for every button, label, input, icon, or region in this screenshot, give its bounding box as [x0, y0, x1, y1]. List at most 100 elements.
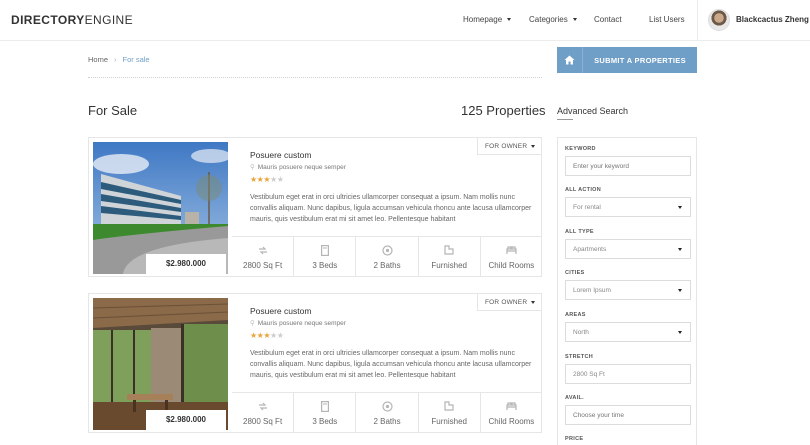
keyword-input[interactable]: [565, 156, 691, 176]
cities-label: CITIES: [565, 270, 585, 276]
feature-beds: 3 Beds: [293, 393, 355, 433]
star-icon: ★★★: [250, 331, 271, 340]
feature-label: Furnished: [431, 261, 467, 270]
avail-label: AVAIL.: [565, 395, 585, 401]
feature-beds: 3 Beds: [293, 237, 355, 277]
breadcrumb-current: For sale: [122, 55, 150, 64]
nav-homepage-label: Homepage: [463, 15, 503, 24]
bed-icon: [294, 400, 355, 412]
breadcrumb-home[interactable]: Home: [88, 55, 108, 64]
child-room-icon: [481, 400, 542, 412]
feature-baths: 2 Baths: [355, 237, 417, 277]
chevron-down-icon: [678, 248, 682, 251]
feature-bar: 2800 Sq Ft 3 Beds 2 Baths Furnished Chil…: [232, 392, 542, 433]
title-underline: [557, 119, 573, 120]
nav-list-users-label: List Users: [649, 15, 685, 24]
price-label: PRICE: [565, 436, 584, 442]
chevron-down-icon: [507, 18, 512, 22]
bed-icon: [294, 244, 355, 256]
avatar[interactable]: [708, 9, 730, 31]
avail-input[interactable]: [565, 405, 691, 425]
chevron-down-icon: [678, 206, 682, 209]
advanced-search-title: Advanced Search: [557, 106, 629, 116]
feature-baths: 2 Baths: [355, 393, 417, 433]
username[interactable]: Blackcactus Zheng: [736, 15, 809, 24]
chevron-down-icon: [531, 145, 535, 148]
feature-label: Furnished: [431, 417, 467, 426]
listing-description: Vestibulum eget erat in orci ultricies u…: [250, 194, 532, 223]
bath-icon: [356, 244, 417, 256]
rating-stars: ★★★★★: [250, 331, 284, 340]
map-pin-icon: ⚲: [250, 320, 255, 327]
area-icon: [232, 244, 293, 256]
page-title: For Sale: [88, 103, 138, 118]
stretch-label: STRETCH: [565, 354, 594, 360]
for-owner-label: FOR OWNER: [485, 143, 528, 150]
for-owner-label: FOR OWNER: [485, 299, 528, 306]
feature-bar: 2800 Sq Ft 3 Beds 2 Baths Furnished Chil…: [232, 236, 542, 277]
areas-label: AREAS: [565, 312, 586, 318]
furnished-icon: [419, 400, 480, 412]
listing-card[interactable]: $2.980.000 FOR OWNER Posuere custom ⚲ Mau…: [88, 293, 542, 433]
chevron-down-icon: [678, 331, 682, 334]
nav-contact[interactable]: Contact: [594, 15, 622, 24]
for-owner-dropdown[interactable]: FOR OWNER: [477, 138, 541, 155]
feature-child-rooms: Child Rooms: [479, 237, 542, 277]
listing-location-text: Mauris posuere neque semper: [257, 320, 346, 327]
keyword-label: KEYWORD: [565, 146, 596, 152]
listing-card[interactable]: $2.980.000 FOR OWNER Posuere custom ⚲ Mau…: [88, 137, 542, 277]
areas-value: North: [573, 329, 589, 336]
feature-label: 3 Beds: [312, 417, 338, 426]
listing-location: ⚲ Mauris posuere neque semper: [250, 163, 346, 171]
map-pin-icon: ⚲: [250, 164, 255, 171]
nav-contact-label: Contact: [594, 15, 622, 24]
nav-homepage[interactable]: Homepage: [463, 15, 512, 24]
breadcrumb: Home › For sale: [88, 55, 150, 64]
child-room-icon: [481, 244, 542, 256]
property-photo[interactable]: $2.980.000: [93, 142, 228, 274]
type-label: ALL TYPE: [565, 229, 594, 235]
feature-area: 2800 Sq Ft: [232, 393, 293, 433]
listing-title[interactable]: Posuere custom: [250, 150, 311, 160]
nav-list-users[interactable]: List Users: [649, 15, 685, 24]
action-label: ALL ACTION: [565, 187, 601, 193]
type-select[interactable]: Apartments: [565, 239, 691, 259]
stretch-input[interactable]: [565, 364, 691, 384]
areas-select[interactable]: North: [565, 322, 691, 342]
listing-location-text: Mauris posuere neque semper: [257, 164, 346, 171]
property-photo[interactable]: $2.980.000: [93, 298, 228, 430]
for-owner-dropdown[interactable]: FOR OWNER: [477, 294, 541, 311]
feature-label: Child Rooms: [488, 417, 535, 426]
price-tag: $2.980.000: [146, 254, 226, 274]
feature-label: 2800 Sq Ft: [243, 417, 283, 426]
area-icon: [232, 400, 293, 412]
furnished-icon: [419, 244, 480, 256]
feature-furnished: Furnished: [417, 237, 480, 277]
logo-bold: DIRECTORY: [11, 13, 85, 27]
listing-title[interactable]: Posuere custom: [250, 306, 311, 316]
nav-categories-label: Categories: [529, 15, 568, 24]
nav-divider: [697, 0, 698, 41]
listing-description: Vestibulum eget erat in orci ultricies u…: [250, 350, 532, 379]
feature-label: 3 Beds: [312, 261, 338, 270]
action-select[interactable]: For rental: [565, 197, 691, 217]
logo-light: ENGINE: [84, 13, 134, 27]
property-count: 125 Properties: [461, 103, 546, 118]
price-tag: $2.980.000: [146, 410, 226, 430]
submit-property-button[interactable]: SUBMIT A PROPERTIES: [557, 47, 697, 73]
cities-value: Lorem Ipsum: [573, 287, 611, 294]
action-value: For rental: [573, 204, 601, 211]
cities-select[interactable]: Lorem Ipsum: [565, 280, 691, 300]
chevron-down-icon: [678, 289, 682, 292]
logo[interactable]: DIRECTORYENGINE: [11, 13, 133, 27]
feature-area: 2800 Sq Ft: [232, 237, 293, 277]
feature-label: 2800 Sq Ft: [243, 261, 283, 270]
breadcrumb-separator: ›: [114, 55, 117, 64]
star-icon: ★★★: [250, 175, 271, 184]
feature-label: 2 Baths: [373, 261, 401, 270]
rating-stars: ★★★★★: [250, 175, 284, 184]
advanced-search-panel: KEYWORD ALL ACTION For rental ALL TYPE A…: [557, 137, 697, 445]
nav-categories[interactable]: Categories: [529, 15, 577, 24]
home-icon: [557, 47, 583, 73]
chevron-down-icon: [572, 18, 577, 22]
